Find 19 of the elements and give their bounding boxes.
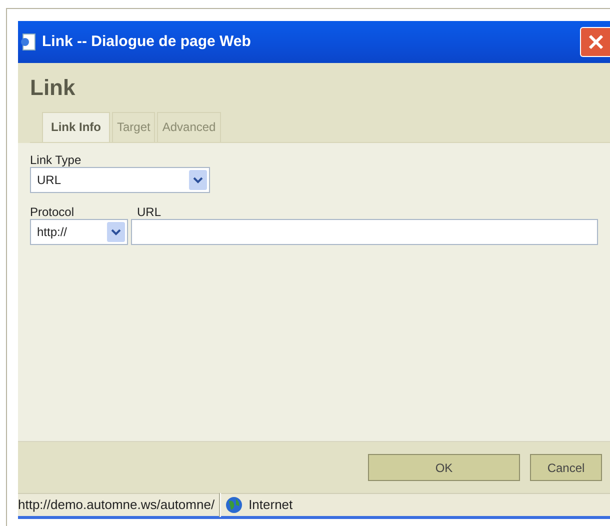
- field-label: URL: [136, 205, 162, 219]
- ok-button[interactable]: OK: [368, 454, 520, 481]
- page-icon: [20, 33, 36, 51]
- url-field[interactable]: [131, 219, 598, 245]
- close-icon: [588, 34, 604, 50]
- protocol-select[interactable]: http://: [30, 219, 128, 245]
- status-address: http://demo.automne.ws/automne/: [18, 496, 215, 514]
- globe-icon: [224, 496, 243, 514]
- status-zone: Internet: [248, 496, 293, 514]
- field-label: Link Type: [30, 153, 82, 167]
- window-title: Link -- Dialogue de page Web: [42, 32, 251, 52]
- dialog-heading: Link: [30, 74, 76, 102]
- dropdown-icon: [193, 176, 203, 184]
- field-label: Protocol: [30, 205, 76, 219]
- link-type-select[interactable]: URL: [30, 167, 210, 193]
- dropdown-icon: [111, 228, 121, 236]
- cancel-button[interactable]: Cancel: [530, 454, 602, 481]
- close-button[interactable]: [580, 27, 610, 57]
- tab[interactable]: Link Info: [42, 112, 110, 142]
